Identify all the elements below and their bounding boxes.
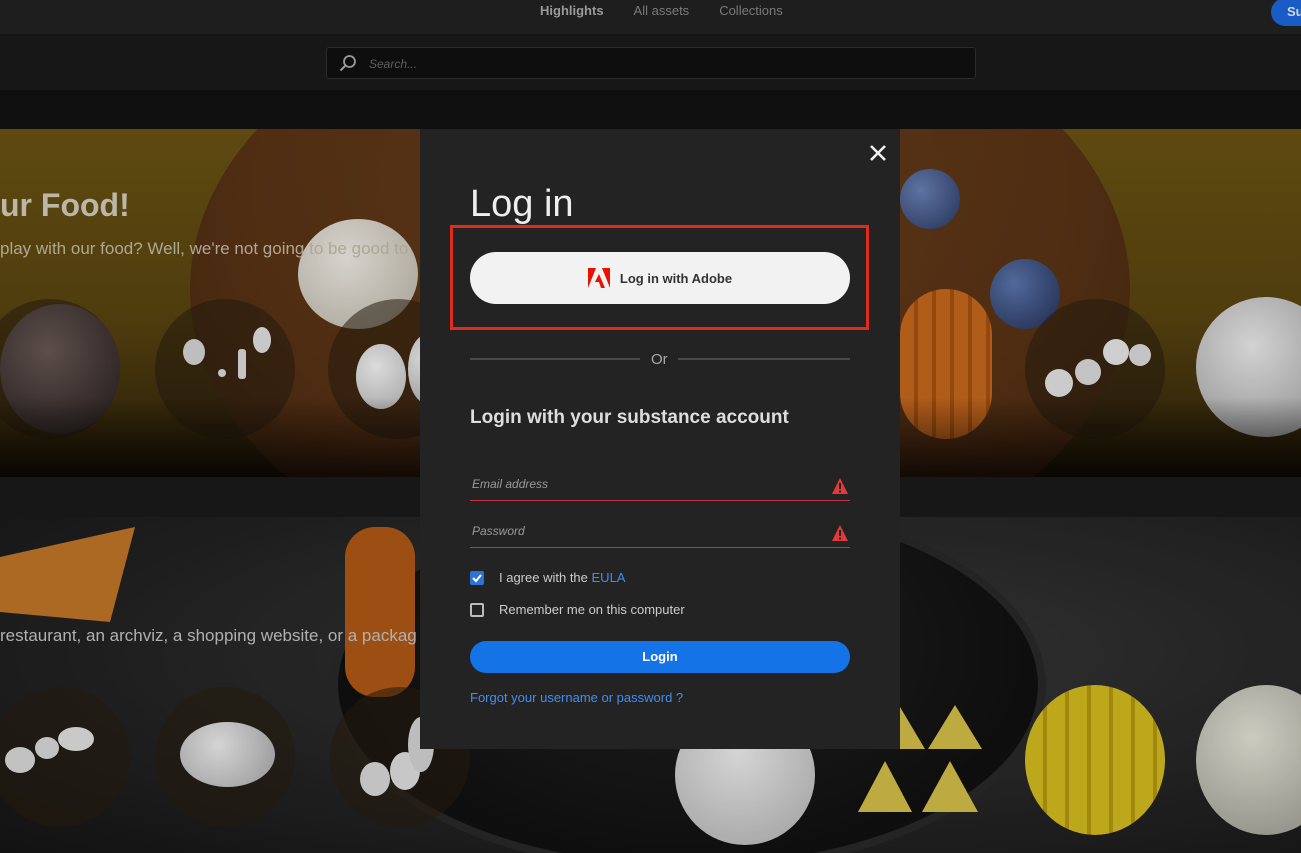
or-text: Or	[651, 351, 668, 368]
eula-link[interactable]: EULA	[592, 570, 626, 585]
email-field	[470, 466, 850, 501]
eula-prefix: I agree with the	[499, 570, 588, 585]
search-bar	[0, 36, 1301, 90]
eula-row: I agree with the EULA	[470, 570, 625, 585]
warning-icon	[832, 478, 848, 494]
modal-title: Log in	[470, 183, 574, 225]
close-icon[interactable]	[866, 141, 890, 165]
password-field	[470, 513, 850, 548]
eula-label: I agree with the EULA	[499, 570, 625, 585]
search-icon	[339, 55, 356, 72]
password-input[interactable]	[470, 519, 814, 543]
divider-line	[678, 358, 850, 360]
remember-row: Remember me on this computer	[470, 602, 685, 617]
nav-tabs: Highlights All assets Collections	[540, 3, 783, 18]
tab-all-assets[interactable]: All assets	[634, 3, 690, 18]
page: Highlights All assets Collections Su Sea…	[0, 0, 1301, 853]
tab-collections[interactable]: Collections	[719, 3, 783, 18]
remember-label: Remember me on this computer	[499, 602, 685, 617]
top-nav: Highlights All assets Collections Su	[0, 0, 1301, 36]
search-box	[326, 47, 976, 79]
tab-highlights[interactable]: Highlights	[540, 3, 604, 18]
login-button[interactable]: Login	[470, 641, 850, 673]
login-modal: Log in Log in with Adobe Or Login with y…	[420, 129, 900, 749]
highlight-annotation	[450, 225, 869, 330]
substance-login-heading: Login with your substance account	[470, 407, 789, 428]
forgot-password-link[interactable]: Forgot your username or password ?	[470, 690, 683, 705]
email-input[interactable]	[470, 472, 814, 496]
checkmark-icon	[472, 573, 482, 582]
or-divider: Or	[470, 351, 850, 368]
remember-checkbox[interactable]	[470, 602, 484, 617]
subscribe-button[interactable]: Su	[1271, 0, 1301, 26]
warning-icon	[832, 525, 848, 541]
divider-line	[470, 358, 640, 360]
eula-checkbox[interactable]	[470, 570, 484, 585]
search-input[interactable]	[367, 52, 961, 76]
